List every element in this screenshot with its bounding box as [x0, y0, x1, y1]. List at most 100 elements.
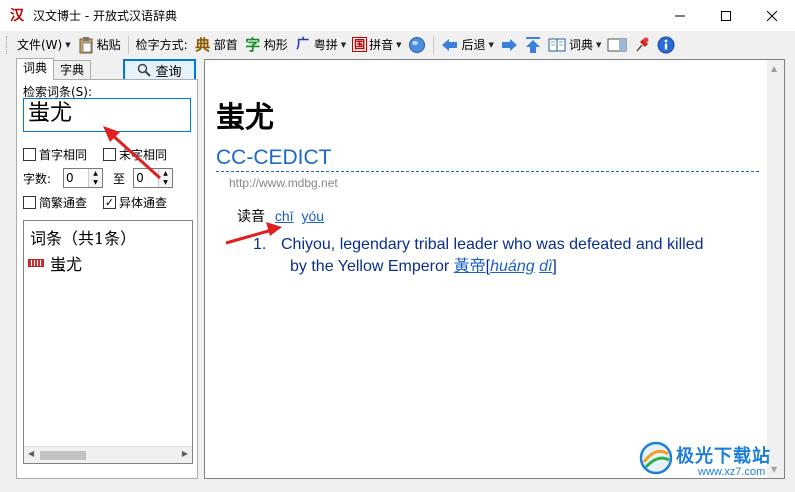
definition-text: Chiyou, legendary tribal leader who was … [281, 236, 704, 253]
chevron-down-icon: ▼ [396, 40, 402, 49]
panel-icon [607, 38, 627, 51]
about-button[interactable] [654, 34, 678, 56]
tab-cidian[interactable]: 词典 [16, 58, 55, 80]
close-icon [767, 10, 777, 21]
scroll-right-icon[interactable]: ▶ [182, 449, 188, 458]
result-list[interactable]: 词条（共1条） 蚩尤 ◀ ▶ [23, 220, 193, 464]
scroll-thumb[interactable] [40, 451, 86, 460]
list-item[interactable]: 蚩尤 [28, 251, 82, 275]
globe-icon [408, 36, 425, 53]
stepper-up-icon[interactable]: ▲ [89, 169, 102, 178]
cantonese-button[interactable]: 广 粤拼 ▼ [291, 34, 349, 56]
char-count-to-stepper[interactable]: 0 ▲ ▼ [133, 168, 174, 188]
headword: 蚩尤 [216, 100, 275, 134]
first-char-checkbox[interactable] [23, 148, 36, 161]
radical-label: 部首 [213, 38, 238, 52]
pinyin-link[interactable]: yóu [301, 208, 324, 224]
result-count-header: 词条（共1条） [30, 229, 137, 248]
pinyin-icon: 国 [352, 37, 368, 52]
clipboard-icon [79, 36, 93, 53]
back-button[interactable]: 后退 ▼ [438, 34, 497, 56]
definition-text-continued: by the Yellow Emperor 黃帝[huáng dì] [290, 258, 557, 275]
arrow-up-icon [525, 36, 540, 53]
toolbar: 文件(W) ▼ 粘贴 检字方式: 典 部首 字 构形 广 粤拼 ▼ 国 拼音 ▼ 后退… [0, 31, 795, 58]
pin-button[interactable] [630, 34, 654, 56]
tab-bar: 词典 字典 [16, 58, 92, 80]
pinyin-link[interactable]: chī [275, 208, 294, 224]
search-input[interactable]: 蚩尤 [23, 98, 191, 132]
stepper-up-icon[interactable]: ▲ [159, 169, 172, 178]
toolbar-grip [6, 35, 8, 54]
shape-button[interactable]: 字 构形 [241, 34, 291, 56]
definition-pane: 蚩尤 CC-CEDICT http://www.mdbg.net 读音 chī … [204, 59, 785, 479]
stepper-down-icon[interactable]: ▼ [159, 178, 172, 187]
simp-trad-option[interactable]: 简繁通查 [23, 194, 87, 211]
definition-text-2: by the Yellow Emperor [290, 258, 450, 275]
chevron-down-icon: ▼ [65, 40, 71, 49]
minimize-icon [675, 15, 685, 16]
panel-toggle-button[interactable] [604, 34, 630, 56]
variant-checkbox[interactable]: ✓ [103, 196, 116, 209]
pinyin-label: 拼音 [369, 38, 394, 52]
left-panel: 词典 字典 查询 检索词条(S): 蚩尤 首字相同 末字相同 字数: 0 ▲ ▼ … [12, 58, 198, 479]
simp-trad-checkbox[interactable] [23, 196, 36, 209]
shape-label: 构形 [263, 38, 288, 52]
reading-label: 读音 [237, 208, 265, 224]
dictionary-button[interactable]: 词典 ▼ [545, 34, 604, 56]
maximize-button[interactable] [703, 0, 749, 31]
stepper-buttons[interactable]: ▲ ▼ [158, 169, 173, 187]
scroll-up-icon[interactable]: ▲ [771, 64, 777, 73]
shape-icon: 字 [245, 35, 261, 54]
search-panel: 检索词条(S): 蚩尤 首字相同 末字相同 字数: 0 ▲ ▼ 至 0 ▲ ▼ 简繁… [16, 79, 198, 479]
radical-icon: 典 [195, 35, 211, 54]
xref-word-link[interactable]: 黃帝 [454, 258, 486, 275]
horizontal-scrollbar[interactable]: ◀ ▶ [24, 446, 192, 463]
tab-zidian[interactable]: 字典 [53, 60, 92, 80]
arrow-right-icon [501, 38, 517, 51]
lookup-mode-label: 检字方式: [135, 38, 188, 52]
title-bar: 汉 汉文博士 - 开放式汉语辞典 [0, 0, 795, 31]
definition-number: 1. [253, 236, 267, 253]
maximize-icon [721, 10, 731, 21]
query-button[interactable]: 查询 [123, 59, 196, 81]
globe-button[interactable] [405, 34, 429, 56]
last-char-option[interactable]: 末字相同 [103, 146, 167, 163]
top-button[interactable] [521, 34, 545, 56]
simp-trad-label: 简繁通查 [39, 196, 88, 210]
pinyin-button[interactable]: 国 拼音 ▼ [349, 34, 404, 56]
arrow-left-icon [441, 38, 457, 51]
paste-button[interactable]: 粘贴 [74, 34, 124, 56]
char-count-to-value: 0 [136, 171, 144, 185]
variant-option[interactable]: ✓ 异体通查 [103, 194, 167, 211]
app-icon: 汉 [10, 7, 24, 24]
list-item-label: 蚩尤 [50, 255, 83, 274]
char-count-from-stepper[interactable]: 0 ▲ ▼ [63, 168, 104, 188]
vertical-scrollbar[interactable]: ▲ ▼ [767, 60, 784, 478]
info-icon [657, 36, 675, 53]
watermark-logo-icon [639, 441, 673, 475]
to-label: 至 [113, 171, 126, 186]
back-label: 后退 [461, 38, 486, 52]
scroll-left-icon[interactable]: ◀ [28, 449, 34, 458]
watermark: 极光下载站 www.xz7.com [638, 440, 788, 484]
magnifier-icon [138, 63, 152, 77]
toolbar-separator [127, 35, 129, 54]
char-count-from-value: 0 [66, 171, 74, 185]
last-char-checkbox[interactable] [103, 148, 116, 161]
first-char-label: 首字相同 [39, 148, 88, 162]
chevron-down-icon: ▼ [340, 40, 347, 49]
entry-icon [28, 259, 44, 267]
paste-label: 粘贴 [96, 38, 121, 52]
xref-pinyin-link[interactable]: dì [539, 258, 552, 275]
minimize-button[interactable] [657, 0, 703, 31]
chevron-down-icon: ▼ [488, 40, 494, 49]
file-menu[interactable]: 文件(W) ▼ [14, 34, 74, 56]
window-title: 汉文博士 - 开放式汉语辞典 [33, 9, 177, 23]
radical-button[interactable]: 典 部首 [191, 34, 241, 56]
first-char-option[interactable]: 首字相同 [23, 146, 87, 163]
xref-pinyin-link[interactable]: huáng [490, 258, 535, 275]
close-button[interactable] [749, 0, 795, 31]
forward-button[interactable] [497, 34, 521, 56]
stepper-buttons[interactable]: ▲ ▼ [88, 169, 103, 187]
stepper-down-icon[interactable]: ▼ [89, 178, 102, 187]
